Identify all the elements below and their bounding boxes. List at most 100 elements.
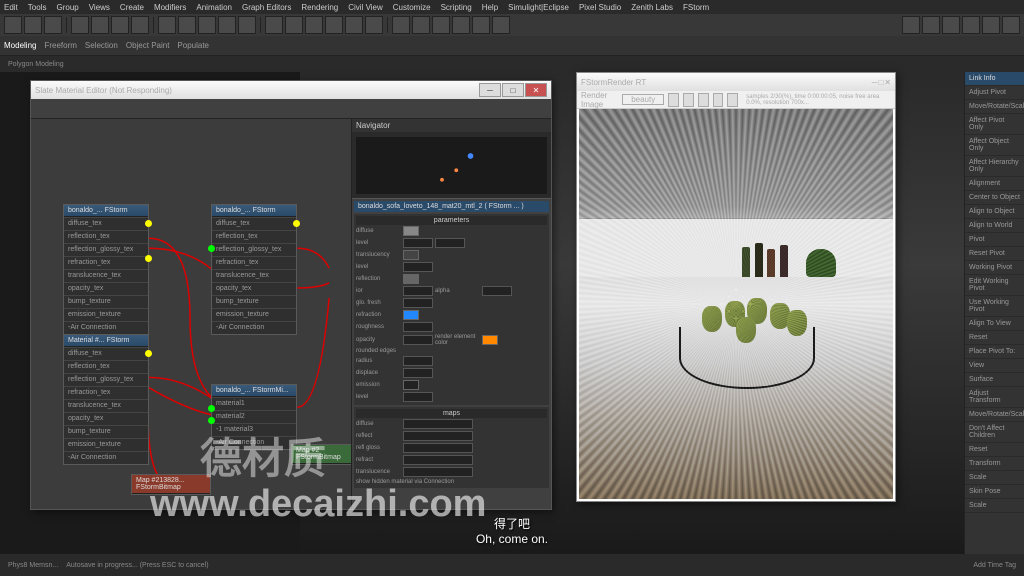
menu-ext3[interactable]: Zenith Labs xyxy=(631,3,673,12)
material-node-3[interactable]: bonaldo_... FStorm diffuse_tex reflectio… xyxy=(211,204,297,335)
spinner-input[interactable] xyxy=(403,356,433,366)
node-row[interactable]: opacity_tex xyxy=(64,282,148,295)
menu-group[interactable]: Group xyxy=(56,3,78,12)
panel-row[interactable]: Center to Object xyxy=(965,191,1024,205)
toolbar-button[interactable] xyxy=(4,16,22,34)
node-row[interactable]: -Air Connection xyxy=(212,321,296,334)
node-row[interactable]: diffuse_tex xyxy=(212,217,296,230)
fstorm-render-window[interactable]: FStormRender RT ─ □ ✕ Render Image beaut… xyxy=(576,72,896,502)
minimize-button[interactable]: ─ xyxy=(872,78,878,87)
map-slot[interactable] xyxy=(403,455,473,465)
toolbar-button[interactable] xyxy=(982,16,1000,34)
toolbar-button[interactable] xyxy=(305,16,323,34)
toolbar-button[interactable] xyxy=(91,16,109,34)
node-row[interactable]: emission_texture xyxy=(64,308,148,321)
toolbar-button[interactable] xyxy=(218,16,236,34)
node-row[interactable]: -Air Connection xyxy=(64,321,148,334)
maximize-button[interactable]: □ xyxy=(878,78,883,87)
render-titlebar[interactable]: FStormRender RT ─ □ ✕ xyxy=(577,73,895,91)
node-row[interactable]: reflection_tex xyxy=(212,230,296,243)
toolbar-button[interactable] xyxy=(345,16,363,34)
panel-row[interactable]: Align to World xyxy=(965,219,1024,233)
toolbar-button[interactable] xyxy=(285,16,303,34)
toolbar-button[interactable] xyxy=(158,16,176,34)
render-btn[interactable] xyxy=(713,93,724,107)
panel-row[interactable]: Affect Pivot Only xyxy=(965,114,1024,135)
toolbar-button[interactable] xyxy=(198,16,216,34)
color-swatch[interactable] xyxy=(403,226,419,236)
node-row[interactable]: emission_texture xyxy=(212,308,296,321)
panel-row[interactable]: Surface xyxy=(965,373,1024,387)
slate-titlebar[interactable]: Slate Material Editor (Not Responding) ─… xyxy=(31,81,551,99)
toolbar-button[interactable] xyxy=(1002,16,1020,34)
node-row[interactable]: -Air Connection xyxy=(212,436,296,449)
spinner-input[interactable] xyxy=(403,368,433,378)
node-row[interactable]: refraction_tex xyxy=(64,256,148,269)
menu-graph[interactable]: Graph Editors xyxy=(242,3,291,12)
panel-row[interactable]: Align to Object xyxy=(965,205,1024,219)
ribbon-selection[interactable]: Selection xyxy=(85,41,118,50)
panel-row[interactable]: Don't Affect Children xyxy=(965,422,1024,443)
render-btn[interactable] xyxy=(727,93,738,107)
toolbar-button[interactable] xyxy=(365,16,383,34)
panel-row[interactable]: Use Working Pivot xyxy=(965,296,1024,317)
menu-ext2[interactable]: Pixel Studio xyxy=(579,3,621,12)
slate-material-editor[interactable]: Slate Material Editor (Not Responding) ─… xyxy=(30,80,552,510)
toolbar-button[interactable] xyxy=(492,16,510,34)
node-row[interactable]: translucence_tex xyxy=(64,269,148,282)
panel-row[interactable]: Reset Pivot xyxy=(965,247,1024,261)
node-row[interactable]: reflection_glossy_tex xyxy=(212,243,296,256)
spinner-input[interactable] xyxy=(435,238,465,248)
toolbar-button[interactable] xyxy=(922,16,940,34)
render-btn[interactable] xyxy=(683,93,694,107)
command-panel[interactable]: Link Info Adjust Pivot Move/Rotate/Scale… xyxy=(964,72,1024,554)
close-button[interactable]: ✕ xyxy=(525,83,547,97)
panel-row[interactable]: Scale xyxy=(965,499,1024,513)
parameter-panel[interactable]: bonaldo_sofa_loveto_148_mat20_mtl_2 ( FS… xyxy=(352,199,551,509)
toolbar-button[interactable] xyxy=(44,16,62,34)
toolbar-button[interactable] xyxy=(452,16,470,34)
panel-row[interactable]: Edit Working Pivot xyxy=(965,275,1024,296)
panel-row[interactable]: View xyxy=(965,359,1024,373)
bitmap-node-1[interactable]: Map #213828... FStormBitmap xyxy=(131,474,211,495)
toolbar-button[interactable] xyxy=(265,16,283,34)
panel-row[interactable]: Reset xyxy=(965,331,1024,345)
menu-animation[interactable]: Animation xyxy=(196,3,232,12)
node-row[interactable]: reflection_glossy_tex xyxy=(64,243,148,256)
material-node-1[interactable]: bonaldo_... FStorm diffuse_tex reflectio… xyxy=(63,204,149,335)
node-row[interactable]: translucence_tex xyxy=(64,399,148,412)
menu-modifiers[interactable]: Modifiers xyxy=(154,3,186,12)
navigator-preview[interactable] xyxy=(356,137,547,194)
toolbar-button[interactable] xyxy=(178,16,196,34)
node-row[interactable]: -Air Connection xyxy=(64,451,148,464)
node-row[interactable]: translucence_tex xyxy=(212,269,296,282)
toolbar-button[interactable] xyxy=(71,16,89,34)
menu-rendering[interactable]: Rendering xyxy=(301,3,338,12)
navigator-panel[interactable]: Navigator xyxy=(352,119,551,199)
node-row[interactable]: bump_texture xyxy=(64,425,148,438)
spinner-input[interactable] xyxy=(403,238,433,248)
material-node-4[interactable]: bonaldo_... FStormMi... material1 materi… xyxy=(211,384,297,450)
node-row[interactable]: reflection_glossy_tex xyxy=(64,373,148,386)
menu-scripting[interactable]: Scripting xyxy=(441,3,472,12)
color-swatch[interactable] xyxy=(482,335,498,345)
panel-row[interactable]: Move/Rotate/Scale xyxy=(965,100,1024,114)
toolbar-button[interactable] xyxy=(432,16,450,34)
node-row[interactable]: material2 xyxy=(212,410,296,423)
ribbon-freeform[interactable]: Freeform xyxy=(44,41,76,50)
maximize-button[interactable]: □ xyxy=(502,83,524,97)
toolbar-button[interactable] xyxy=(962,16,980,34)
node-row[interactable]: refraction_tex xyxy=(64,386,148,399)
spinner-input[interactable] xyxy=(403,322,433,332)
node-row[interactable]: opacity_tex xyxy=(64,412,148,425)
spinner-input[interactable] xyxy=(403,262,433,272)
render-channel-dropdown[interactable]: beauty xyxy=(622,94,664,105)
panel-row[interactable]: Affect Hierarchy Only xyxy=(965,156,1024,177)
node-row[interactable]: emission_texture xyxy=(64,438,148,451)
panel-row[interactable]: Move/Rotate/Scale xyxy=(965,408,1024,422)
node-row[interactable]: reflection_tex xyxy=(64,230,148,243)
menu-views[interactable]: Views xyxy=(89,3,110,12)
material-node-2[interactable]: Material #... FStorm diffuse_tex reflect… xyxy=(63,334,149,465)
map-slot[interactable] xyxy=(403,467,473,477)
node-row[interactable]: reflection_tex xyxy=(64,360,148,373)
